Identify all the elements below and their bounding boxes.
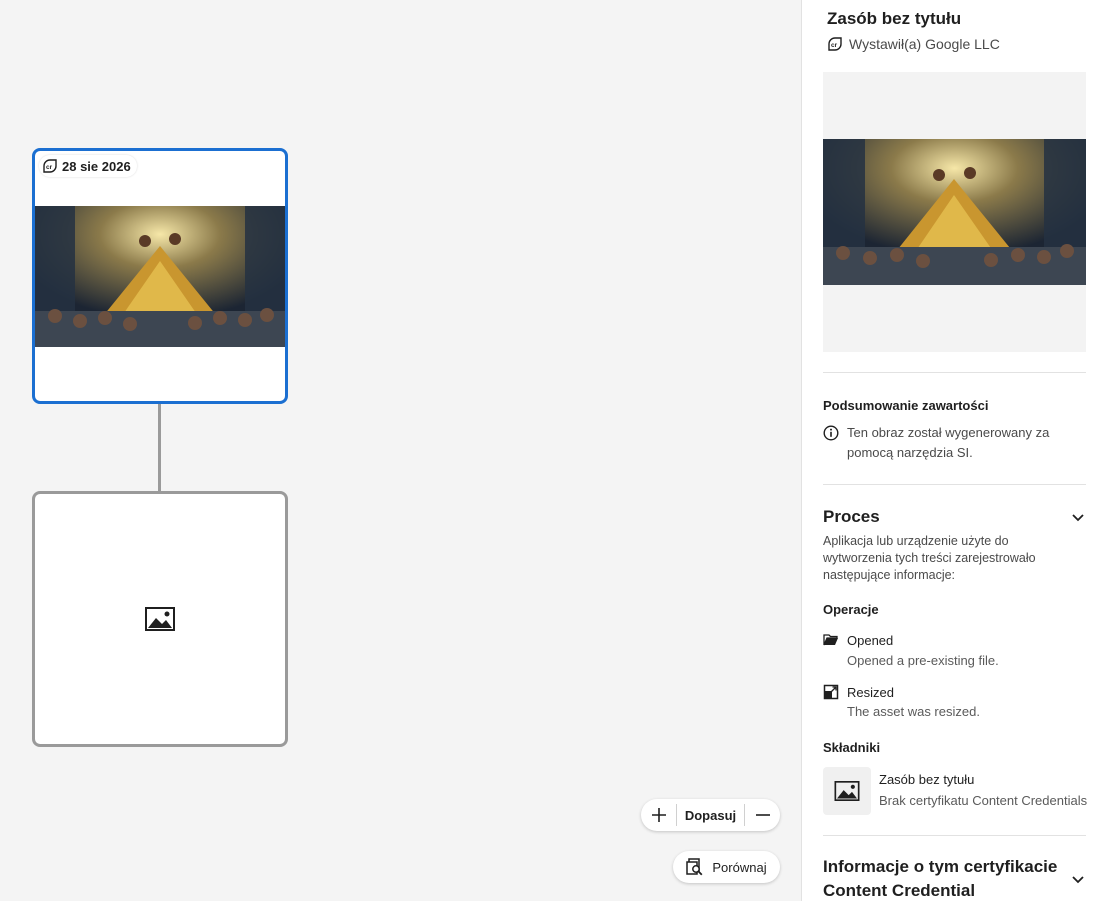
summary-text-line2: pomocą narzędzia SI. <box>847 445 973 460</box>
issuer-line: cr Wystawił(a) Google LLC <box>827 36 1000 52</box>
operation-title-resized: Resized <box>847 685 894 700</box>
compare-icon <box>686 858 703 876</box>
compare-button[interactable]: Porównaj <box>673 851 780 883</box>
chevron-down-icon[interactable] <box>1071 872 1085 886</box>
process-desc-line2: wytworzenia tych treści zarejestrowało <box>823 551 1036 565</box>
divider <box>823 835 1086 836</box>
summary-text-line1: Ten obraz został wygenerowany za <box>847 425 1050 440</box>
process-heading: Proces <box>823 507 880 526</box>
zoom-in-button[interactable] <box>641 799 676 831</box>
minus-icon <box>755 814 770 816</box>
asset-preview <box>823 72 1086 352</box>
svg-text:cr: cr <box>46 164 53 171</box>
plus-icon <box>651 808 666 822</box>
process-desc-line3: następujące informacje: <box>823 568 956 582</box>
svg-text:cr: cr <box>831 42 838 49</box>
credential-info-heading-line2: Content Credential <box>823 881 976 900</box>
compare-label: Porównaj <box>712 859 767 875</box>
operation-desc-resized: The asset was resized. <box>847 704 980 719</box>
image-placeholder-icon <box>145 607 175 631</box>
node-date: 28 sie 2026 <box>62 158 131 174</box>
divider <box>823 372 1086 373</box>
chevron-down-icon[interactable] <box>1071 510 1085 524</box>
content-credentials-icon: cr <box>828 37 842 51</box>
image-placeholder-icon <box>834 781 860 801</box>
provenance-canvas[interactable]: cr 28 sie 2026 Dopasuj Porównaj <box>0 0 801 901</box>
issuer-text: Wystawił(a) Google LLC <box>849 36 1000 52</box>
process-desc-line1: Aplikacja lub urządzenie użyte do <box>823 534 1009 548</box>
zoom-out-button[interactable] <box>745 799 780 831</box>
asset-title: Zasób bez tytułu <box>827 9 962 28</box>
asset-node-selected[interactable]: cr 28 sie 2026 <box>32 148 288 404</box>
ingredient-subtitle: Brak certyfikatu Content Credentials <box>879 793 1088 808</box>
info-icon <box>823 425 839 441</box>
summary-heading: Podsumowanie zawartości <box>823 398 989 413</box>
ingredient-title[interactable]: Zasób bez tytułu <box>879 772 974 787</box>
ingredients-heading: Składniki <box>823 740 881 755</box>
details-panel: Zasób bez tytułu cr Wystawił(a) Google L… <box>801 0 1094 901</box>
asset-preview-image <box>823 139 1086 285</box>
operation-title-opened: Opened <box>847 633 894 648</box>
date-badge: cr 28 sie 2026 <box>39 155 137 177</box>
operations-heading: Operacje <box>823 602 879 617</box>
resize-icon <box>823 684 839 700</box>
node-connector <box>158 404 161 491</box>
content-credentials-icon: cr <box>43 159 57 173</box>
divider <box>823 484 1086 485</box>
asset-thumbnail <box>35 206 285 347</box>
ingredient-node[interactable] <box>32 491 288 747</box>
folder-open-icon <box>823 634 838 646</box>
zoom-fit-button[interactable]: Dopasuj <box>676 804 745 826</box>
credential-info-heading-line1: Informacje o tym certyfikacie <box>823 857 1058 876</box>
ingredient-thumbnail[interactable] <box>823 767 871 815</box>
operation-desc-opened: Opened a pre-existing file. <box>847 653 999 668</box>
zoom-controls: Dopasuj <box>641 799 780 831</box>
